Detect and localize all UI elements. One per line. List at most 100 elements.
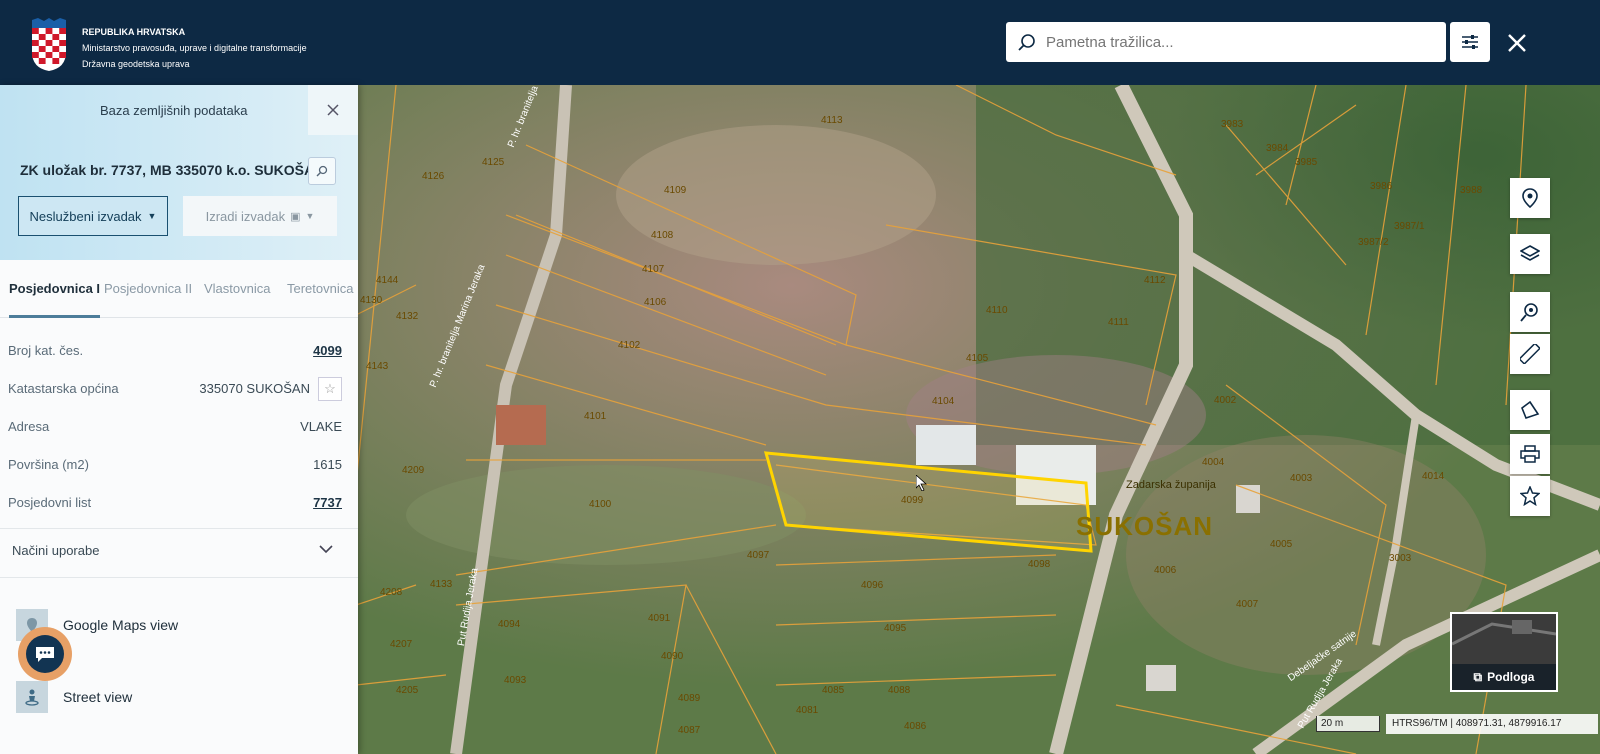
top-bar: REPUBLIKA HRVATSKA Ministarstvo pravosuđ… [0,0,1600,85]
coordinate-readout: HTRS96/TM | 408971.31, 4879916.17 [1386,714,1598,734]
parcel-label[interactable]: 4126 [422,171,444,182]
close-icon [327,104,339,116]
parcel-label[interactable]: 4086 [904,721,926,732]
tab-posjedovnica-2[interactable]: Posjedovnica II [104,281,192,315]
location-pin-icon [1522,188,1538,208]
favorite-star-button[interactable]: ☆ [318,377,342,401]
parcel-number-link[interactable]: 4099 [313,343,342,358]
parcel-label[interactable]: 4132 [396,311,418,322]
parcel-label[interactable]: 4112 [1144,275,1166,286]
parcel-label[interactable]: 4113 [821,115,843,126]
parcel-label[interactable]: 4095 [884,623,906,634]
parcel-label[interactable]: 4130 [360,295,382,306]
smart-search-box[interactable] [1006,22,1446,62]
parcel-label[interactable]: 4102 [618,340,640,351]
parcel-label[interactable]: 3986 [1370,181,1392,192]
parcel-label[interactable]: 4108 [651,230,673,241]
panel-close-button[interactable] [308,85,358,135]
parcel-label[interactable]: 4209 [402,465,424,476]
parcel-label[interactable]: 4143 [366,361,388,372]
favorites-button[interactable] [1510,476,1550,516]
star-icon [1520,486,1540,506]
location-button[interactable] [1510,178,1550,218]
parcel-label[interactable]: 4081 [796,705,818,716]
parcel-label[interactable]: 3984 [1266,143,1288,154]
parcel-label[interactable]: 3987/2 [1358,237,1389,248]
parcel-label[interactable]: 4006 [1154,565,1176,576]
filter-button[interactable] [1450,22,1490,62]
parcel-label[interactable]: 4090 [661,651,683,662]
parcel-label[interactable]: 4144 [376,275,398,286]
parcel-label[interactable]: 4125 [482,157,504,168]
parcel-label[interactable]: 4106 [644,297,666,308]
parcel-label[interactable]: 4098 [1028,559,1050,570]
possession-list-link[interactable]: 7737 [313,495,342,510]
parcel-label[interactable]: 4094 [498,619,520,630]
chat-button[interactable] [18,627,72,681]
shape-tool-button[interactable] [1510,390,1550,430]
chevron-down-icon[interactable] [318,541,334,557]
tab-vlastovnica[interactable]: Vlastovnica [204,281,270,315]
parcel-label[interactable]: 4087 [678,725,700,736]
field-value: VLAKE [300,419,342,434]
tab-teretovnica[interactable]: Teretovnica [287,281,353,315]
parcel-label[interactable]: 4014 [1422,471,1444,482]
parcel-label[interactable]: 4205 [396,685,418,696]
measure-button[interactable] [1510,334,1550,374]
parcel-label[interactable]: 4085 [822,685,844,696]
search-icon [316,165,328,177]
basemap-switcher[interactable]: ⧉ Podloga [1450,612,1558,692]
panel-title: Baza zemljišnih podataka [100,103,248,118]
print-button[interactable] [1510,434,1550,474]
parcel-label[interactable]: 4088 [888,685,910,696]
parcel-label[interactable]: 4100 [589,499,611,510]
close-app-button[interactable] [1500,26,1534,60]
parcel-label[interactable]: 4091 [648,613,670,624]
field-row-povrsina: Površina (m2) 1615 [8,453,342,477]
panel-header: Baza zemljišnih podataka ZK uložak br. 7… [0,85,358,260]
parcel-label[interactable]: 4207 [390,639,412,650]
parcel-label[interactable]: 4097 [747,550,769,561]
usage-methods-toggle[interactable]: Načini uporabe [12,543,99,558]
org-line-1: REPUBLIKA HRVATSKA [82,27,186,37]
county-label: Zadarska županija [1126,479,1216,491]
create-extract-button[interactable]: Izradi izvadak ▣ ▼ [183,196,337,236]
parcel-label[interactable]: 3003 [1389,553,1411,564]
parcel-label[interactable]: 4105 [966,353,988,364]
street-view-link[interactable]: Street view [16,679,336,721]
parcel-label[interactable]: 4107 [642,264,664,275]
unofficial-extract-button[interactable]: Neslužbeni izvadak ▼ [18,196,168,236]
parcel-label[interactable]: 4002 [1214,395,1236,406]
map-view[interactable]: Zadarska županija SUKOŠAN 4113 4109 4108… [356,85,1600,754]
layers-button[interactable] [1510,234,1550,274]
parcel-label-selected[interactable]: 4099 [901,495,923,506]
parcel-label[interactable]: 4007 [1236,599,1258,610]
field-row-opcina: Katastarska općina 335070 SUKOŠAN ☆ [8,377,342,401]
parcel-label[interactable]: 4133 [430,579,452,590]
google-maps-label: Google Maps view [63,617,179,633]
parcel-label[interactable]: 4110 [986,305,1008,316]
parcel-label[interactable]: 4096 [861,580,883,591]
basemap-text: Podloga [1487,670,1535,684]
parcel-label[interactable]: 4005 [1270,539,1292,550]
field-label: Adresa [8,419,50,434]
parcel-label[interactable]: 4109 [664,185,686,196]
zk-search-button[interactable] [308,157,336,185]
parcel-label[interactable]: 4104 [932,396,954,407]
parcel-label[interactable]: 3983 [1221,119,1243,130]
parcel-label[interactable]: 4208 [380,587,402,598]
parcel-label[interactable]: 4003 [1290,473,1312,484]
zoom-location-button[interactable] [1510,292,1550,332]
parcel-label[interactable]: 3988 [1460,185,1482,196]
parcel-label[interactable]: 4101 [584,411,606,422]
parcel-label[interactable]: 4111 [1108,317,1129,328]
sliders-icon [1462,35,1478,49]
parcel-label[interactable]: 4093 [504,675,526,686]
search-input[interactable] [1044,32,1428,52]
parcel-label[interactable]: 4089 [678,693,700,704]
tab-posjedovnica-1[interactable]: Posjedovnica I [9,281,101,318]
parcel-label[interactable]: 4004 [1202,457,1224,468]
parcel-label[interactable]: 3987/1 [1394,221,1425,232]
parcel-label[interactable]: 3985 [1295,157,1317,168]
field-label: Katastarska općina [8,381,119,396]
